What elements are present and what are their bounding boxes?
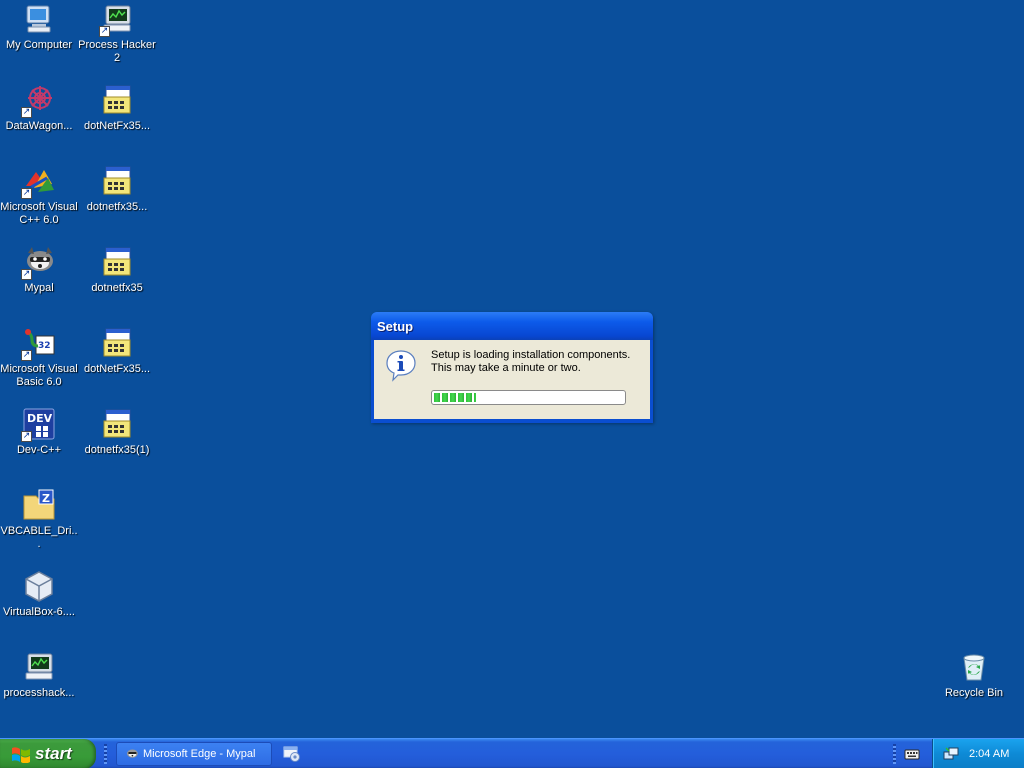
desktop-icon-label: VBCABLE_Dri... [0, 525, 78, 550]
desktop-icon-label: My Computer [5, 39, 73, 51]
desktop-icon-mypal[interactable]: ↗ Mypal [0, 245, 78, 295]
desktop-icon-virtualbox[interactable]: VirtualBox-6.... [0, 569, 78, 619]
visual-basic-icon: 32 ↗ [21, 326, 56, 361]
zip-folder-icon: Z [22, 488, 56, 522]
desktop-icon-dotnetfx35-e[interactable]: dotnetfx35(1) [78, 407, 156, 457]
installer-icon [100, 164, 134, 198]
desktop-icon-label: VirtualBox-6.... [3, 606, 75, 618]
taskbar-button-label: Microsoft Edge - Mypal [143, 748, 256, 760]
desktop-icon-label: dotnetfx35... [86, 201, 148, 213]
taskbar-grip[interactable] [893, 744, 896, 764]
dialog-message: Setup is loading installation components… [431, 349, 630, 375]
desktop-icon-label: Microsoft Visual C++ 6.0 [0, 201, 78, 226]
desktop-icon-dev-cpp[interactable]: DEV ↗ Dev-C++ [0, 407, 78, 457]
system-tray: 2:04 AM [932, 739, 1024, 768]
desktop-icon-label: processhack... [3, 687, 75, 699]
taskbar-grip[interactable] [104, 744, 107, 764]
datawagon-icon: ↗ [21, 83, 56, 118]
desktop-icon-label: Recycle Bin [944, 687, 1004, 699]
mypal-raccoon-icon: ↗ [21, 245, 56, 280]
dialog-body: Setup is loading installation components… [374, 340, 650, 419]
desktop: My Computer ↗ DataWagon... ↗ Microsoft V… [0, 0, 1024, 736]
process-hacker-icon [22, 650, 56, 684]
taskbar: start Microsoft Edge - Mypal 2:04 AM [0, 738, 1024, 768]
shortcut-arrow-icon: ↗ [21, 188, 32, 199]
installer-icon [100, 83, 134, 117]
shortcut-arrow-icon: ↗ [21, 269, 32, 280]
mypal-raccoon-icon [127, 749, 138, 758]
setup-dialog[interactable]: Setup Setup is loading installation comp… [371, 312, 653, 423]
recycle-bin-icon [957, 650, 991, 684]
installer-icon [100, 407, 134, 441]
dialog-message-line2: This may take a minute or two. [431, 362, 581, 374]
shortcut-arrow-icon: ↗ [99, 26, 110, 37]
shortcut-arrow-icon: ↗ [21, 107, 32, 118]
shortcut-arrow-icon: ↗ [21, 350, 32, 361]
virtualbox-icon [22, 569, 56, 603]
desktop-icon-msvb6[interactable]: 32 ↗ Microsoft Visual Basic 6.0 [0, 326, 78, 389]
svg-text:DEV: DEV [27, 412, 53, 425]
desktop-icon-dotnetfx35-a[interactable]: dotNetFx35... [78, 83, 156, 133]
visual-cpp-icon: ↗ [21, 164, 56, 199]
dialog-title: Setup [377, 318, 414, 334]
desktop-icon-vbcable[interactable]: Z VBCABLE_Dri... [0, 488, 78, 551]
desktop-icon-dotnetfx35-c[interactable]: dotnetfx35 [78, 245, 156, 295]
desktop-icon-my-computer[interactable]: My Computer [0, 2, 78, 52]
clock[interactable]: 2:04 AM [969, 748, 1009, 760]
desktop-icon-processhacker-installer[interactable]: processhack... [0, 650, 78, 700]
dialog-message-line1: Setup is loading installation components… [431, 349, 631, 361]
windows-flag-icon [12, 747, 30, 763]
svg-text:32: 32 [38, 341, 51, 351]
process-hacker-icon: ↗ [99, 2, 134, 37]
installer-icon [100, 326, 134, 360]
desktop-icon-label: Dev-C++ [16, 444, 62, 456]
shortcut-arrow-icon: ↗ [21, 431, 32, 442]
start-label: start [35, 744, 72, 763]
desktop-icon-process-hacker[interactable]: ↗ Process Hacker 2 [78, 2, 156, 65]
desktop-icon-dotnetfx35-b[interactable]: dotnetfx35... [78, 164, 156, 214]
dev-cpp-icon: DEV ↗ [21, 407, 56, 442]
progress-bar [431, 390, 626, 405]
desktop-icon-dotnetfx35-d[interactable]: dotNetFx35... [78, 326, 156, 376]
network-icon[interactable] [943, 746, 959, 762]
desktop-icon-label: Mypal [24, 282, 54, 294]
desktop-icon-label: DataWagon... [5, 120, 73, 132]
svg-text:Z: Z [42, 492, 50, 505]
progress-bar-fill [434, 393, 476, 402]
desktop-icon-label: Process Hacker 2 [78, 39, 156, 64]
keyboard-icon[interactable] [904, 747, 920, 761]
start-button[interactable]: start [0, 739, 96, 768]
desktop-icon-label: dotnetfx35 [91, 282, 143, 294]
installer-icon [100, 245, 134, 279]
desktop-icon-msvc6[interactable]: ↗ Microsoft Visual C++ 6.0 [0, 164, 78, 227]
dialog-titlebar[interactable]: Setup [371, 312, 653, 340]
desktop-icon-label: dotnetfx35(1) [84, 444, 150, 456]
computer-icon [22, 2, 56, 36]
setup-window-icon[interactable] [283, 745, 301, 763]
desktop-icon-label: dotNetFx35... [83, 120, 151, 132]
desktop-icon-datawagon[interactable]: ↗ DataWagon... [0, 83, 78, 133]
desktop-icon-label: Microsoft Visual Basic 6.0 [0, 363, 78, 388]
info-icon [386, 350, 416, 382]
desktop-icon-recycle-bin[interactable]: Recycle Bin [935, 650, 1013, 700]
taskbar-button-edge[interactable]: Microsoft Edge - Mypal [116, 742, 272, 766]
desktop-icon-label: dotNetFx35... [83, 363, 151, 375]
